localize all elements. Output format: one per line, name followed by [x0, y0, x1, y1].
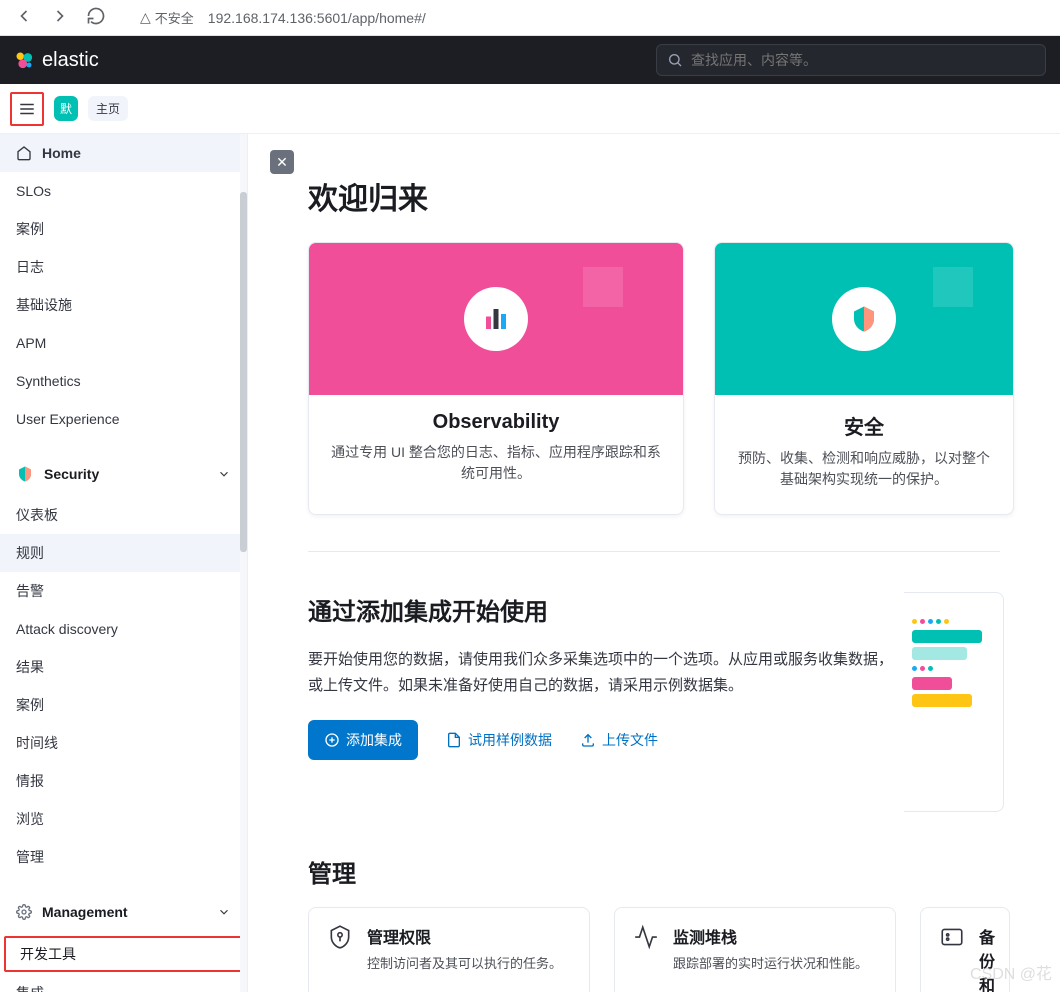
sidebar-item-timeline[interactable]: 时间线	[0, 724, 247, 762]
sidebar-item-synthetics[interactable]: Synthetics	[0, 362, 247, 400]
insecure-badge[interactable]: △ 不安全	[140, 8, 194, 27]
card-security[interactable]: 安全 预防、收集、检测和响应威胁，以对整个基础架构实现统一的保护。	[714, 242, 1014, 515]
refresh-button[interactable]	[82, 2, 110, 33]
gear-icon	[16, 904, 32, 920]
sidebar-item-slos[interactable]: SLOs	[0, 172, 247, 210]
deployment-badge[interactable]: 默	[54, 96, 78, 121]
storage-icon	[939, 924, 965, 950]
shield-key-icon	[327, 924, 353, 950]
security-label: Security	[44, 466, 99, 482]
sidebar-item-attack-discovery[interactable]: Attack discovery	[0, 610, 247, 648]
app-header: elastic	[0, 36, 1060, 84]
integration-title: 通过添加集成开始使用	[308, 592, 898, 627]
search-input[interactable]	[691, 52, 1035, 68]
heartbeat-icon	[633, 924, 659, 950]
warning-icon: △	[140, 9, 151, 26]
sidebar-item-home[interactable]: Home	[0, 134, 247, 172]
management-label: Management	[42, 904, 128, 920]
elastic-logo-icon	[14, 50, 34, 70]
main-content: ✕ 欢迎归来	[248, 134, 1060, 992]
add-integration-button[interactable]: 添加集成	[308, 720, 418, 760]
sidebar-item-rules[interactable]: 规则	[0, 534, 247, 572]
card-title: 安全	[733, 411, 995, 440]
upload-file-link[interactable]: 上传文件	[580, 730, 658, 750]
integration-section: 通过添加集成开始使用 要开始使用您的数据，请使用我们众多采集选项中的一个选项。从…	[308, 592, 1060, 812]
card-desc: 预防、收集、检测和响应威胁，以对整个基础架构实现统一的保护。	[733, 448, 995, 490]
back-button[interactable]	[10, 2, 38, 33]
scrollbar-thumb[interactable]	[240, 192, 247, 552]
forward-button[interactable]	[46, 2, 74, 33]
sidebar-item-dashboard[interactable]: 仪表板	[0, 496, 247, 534]
manage-title: 管理	[308, 854, 1060, 889]
home-icon	[16, 145, 32, 161]
sidebar-item-logs[interactable]: 日志	[0, 248, 247, 286]
observability-icon	[481, 304, 511, 334]
mgmt-card-monitor[interactable]: 监测堆栈 跟踪部署的实时运行状况和性能。	[614, 907, 896, 992]
sidebar-scrollbar[interactable]	[240, 134, 247, 992]
sidebar-item-manage[interactable]: 管理	[0, 838, 247, 876]
sidebar-item-explore[interactable]: 浏览	[0, 800, 247, 838]
integration-illustration	[904, 592, 1004, 812]
card-title: Observability	[327, 411, 665, 434]
insecure-label: 不安全	[155, 8, 194, 27]
mgmt-card-title: 备份和	[979, 924, 995, 992]
sidebar-item-ux[interactable]: User Experience	[0, 400, 247, 438]
mgmt-card-permissions[interactable]: 管理权限 控制访问者及其可以执行的任务。	[308, 907, 590, 992]
try-sample-data-link[interactable]: 试用样例数据	[446, 730, 552, 750]
breadcrumb-home[interactable]: 主页	[88, 96, 128, 121]
sidebar-item-intel[interactable]: 情报	[0, 762, 247, 800]
card-hero	[309, 243, 683, 395]
mgmt-card-title: 监测堆栈	[673, 924, 868, 948]
sidebar-item-sec-cases[interactable]: 案例	[0, 686, 247, 724]
sub-header: 默 主页	[0, 84, 1060, 134]
management-cards: 管理权限 控制访问者及其可以执行的任务。 监测堆栈 跟踪部署的实时运行状况和性能…	[308, 907, 1060, 992]
sidebar-item-apm[interactable]: APM	[0, 324, 247, 362]
card-hero	[715, 243, 1013, 395]
search-icon	[667, 52, 683, 68]
mgmt-card-title: 管理权限	[367, 924, 562, 948]
shield-icon	[849, 304, 879, 334]
sidebar: Home SLOs 案例 日志 基础设施 APM Synthetics User…	[0, 134, 248, 992]
sidebar-item-infra[interactable]: 基础设施	[0, 286, 247, 324]
nav-toggle-button[interactable]	[10, 92, 44, 126]
security-icon	[16, 465, 34, 483]
integration-desc: 要开始使用您的数据，请使用我们众多采集选项中的一个选项。从应用或服务收集数据，或…	[308, 647, 898, 698]
sidebar-item-devtools[interactable]: 开发工具	[4, 936, 243, 972]
document-icon	[446, 732, 462, 748]
global-search[interactable]	[656, 44, 1046, 76]
sidebar-section-security[interactable]: Security	[0, 452, 247, 496]
card-observability[interactable]: Observability 通过专用 UI 整合您的日志、指标、应用程序跟踪和系…	[308, 242, 684, 515]
sidebar-item-findings[interactable]: 结果	[0, 648, 247, 686]
plus-circle-icon	[324, 732, 340, 748]
mgmt-card-desc: 跟踪部署的实时运行状况和性能。	[673, 954, 868, 974]
browser-toolbar: △ 不安全 192.168.174.136:5601/app/home#/	[0, 0, 1060, 36]
solution-cards: Observability 通过专用 UI 整合您的日志、指标、应用程序跟踪和系…	[308, 242, 1060, 515]
card-desc: 通过专用 UI 整合您的日志、指标、应用程序跟踪和系统可用性。	[327, 442, 665, 484]
upload-icon	[580, 732, 596, 748]
sidebar-item-alerts[interactable]: 告警	[0, 572, 247, 610]
chevron-down-icon	[217, 467, 231, 481]
sidebar-item-integrations[interactable]: 集成	[0, 974, 247, 992]
sidebar-section-management[interactable]: Management	[0, 890, 247, 934]
mgmt-card-desc: 控制访问者及其可以执行的任务。	[367, 954, 562, 974]
brand-logo[interactable]: elastic	[14, 49, 99, 72]
brand-name: elastic	[42, 49, 99, 72]
mgmt-card-backup[interactable]: 备份和 将快照	[920, 907, 1010, 992]
collapse-nav-button[interactable]: ✕	[270, 150, 294, 174]
address-bar-url[interactable]: 192.168.174.136:5601/app/home#/	[208, 10, 426, 26]
sidebar-home-label: Home	[42, 145, 81, 161]
page-title: 欢迎归来	[308, 174, 1060, 218]
sidebar-item-cases[interactable]: 案例	[0, 210, 247, 248]
hamburger-icon	[18, 100, 36, 118]
chevron-down-icon	[217, 905, 231, 919]
